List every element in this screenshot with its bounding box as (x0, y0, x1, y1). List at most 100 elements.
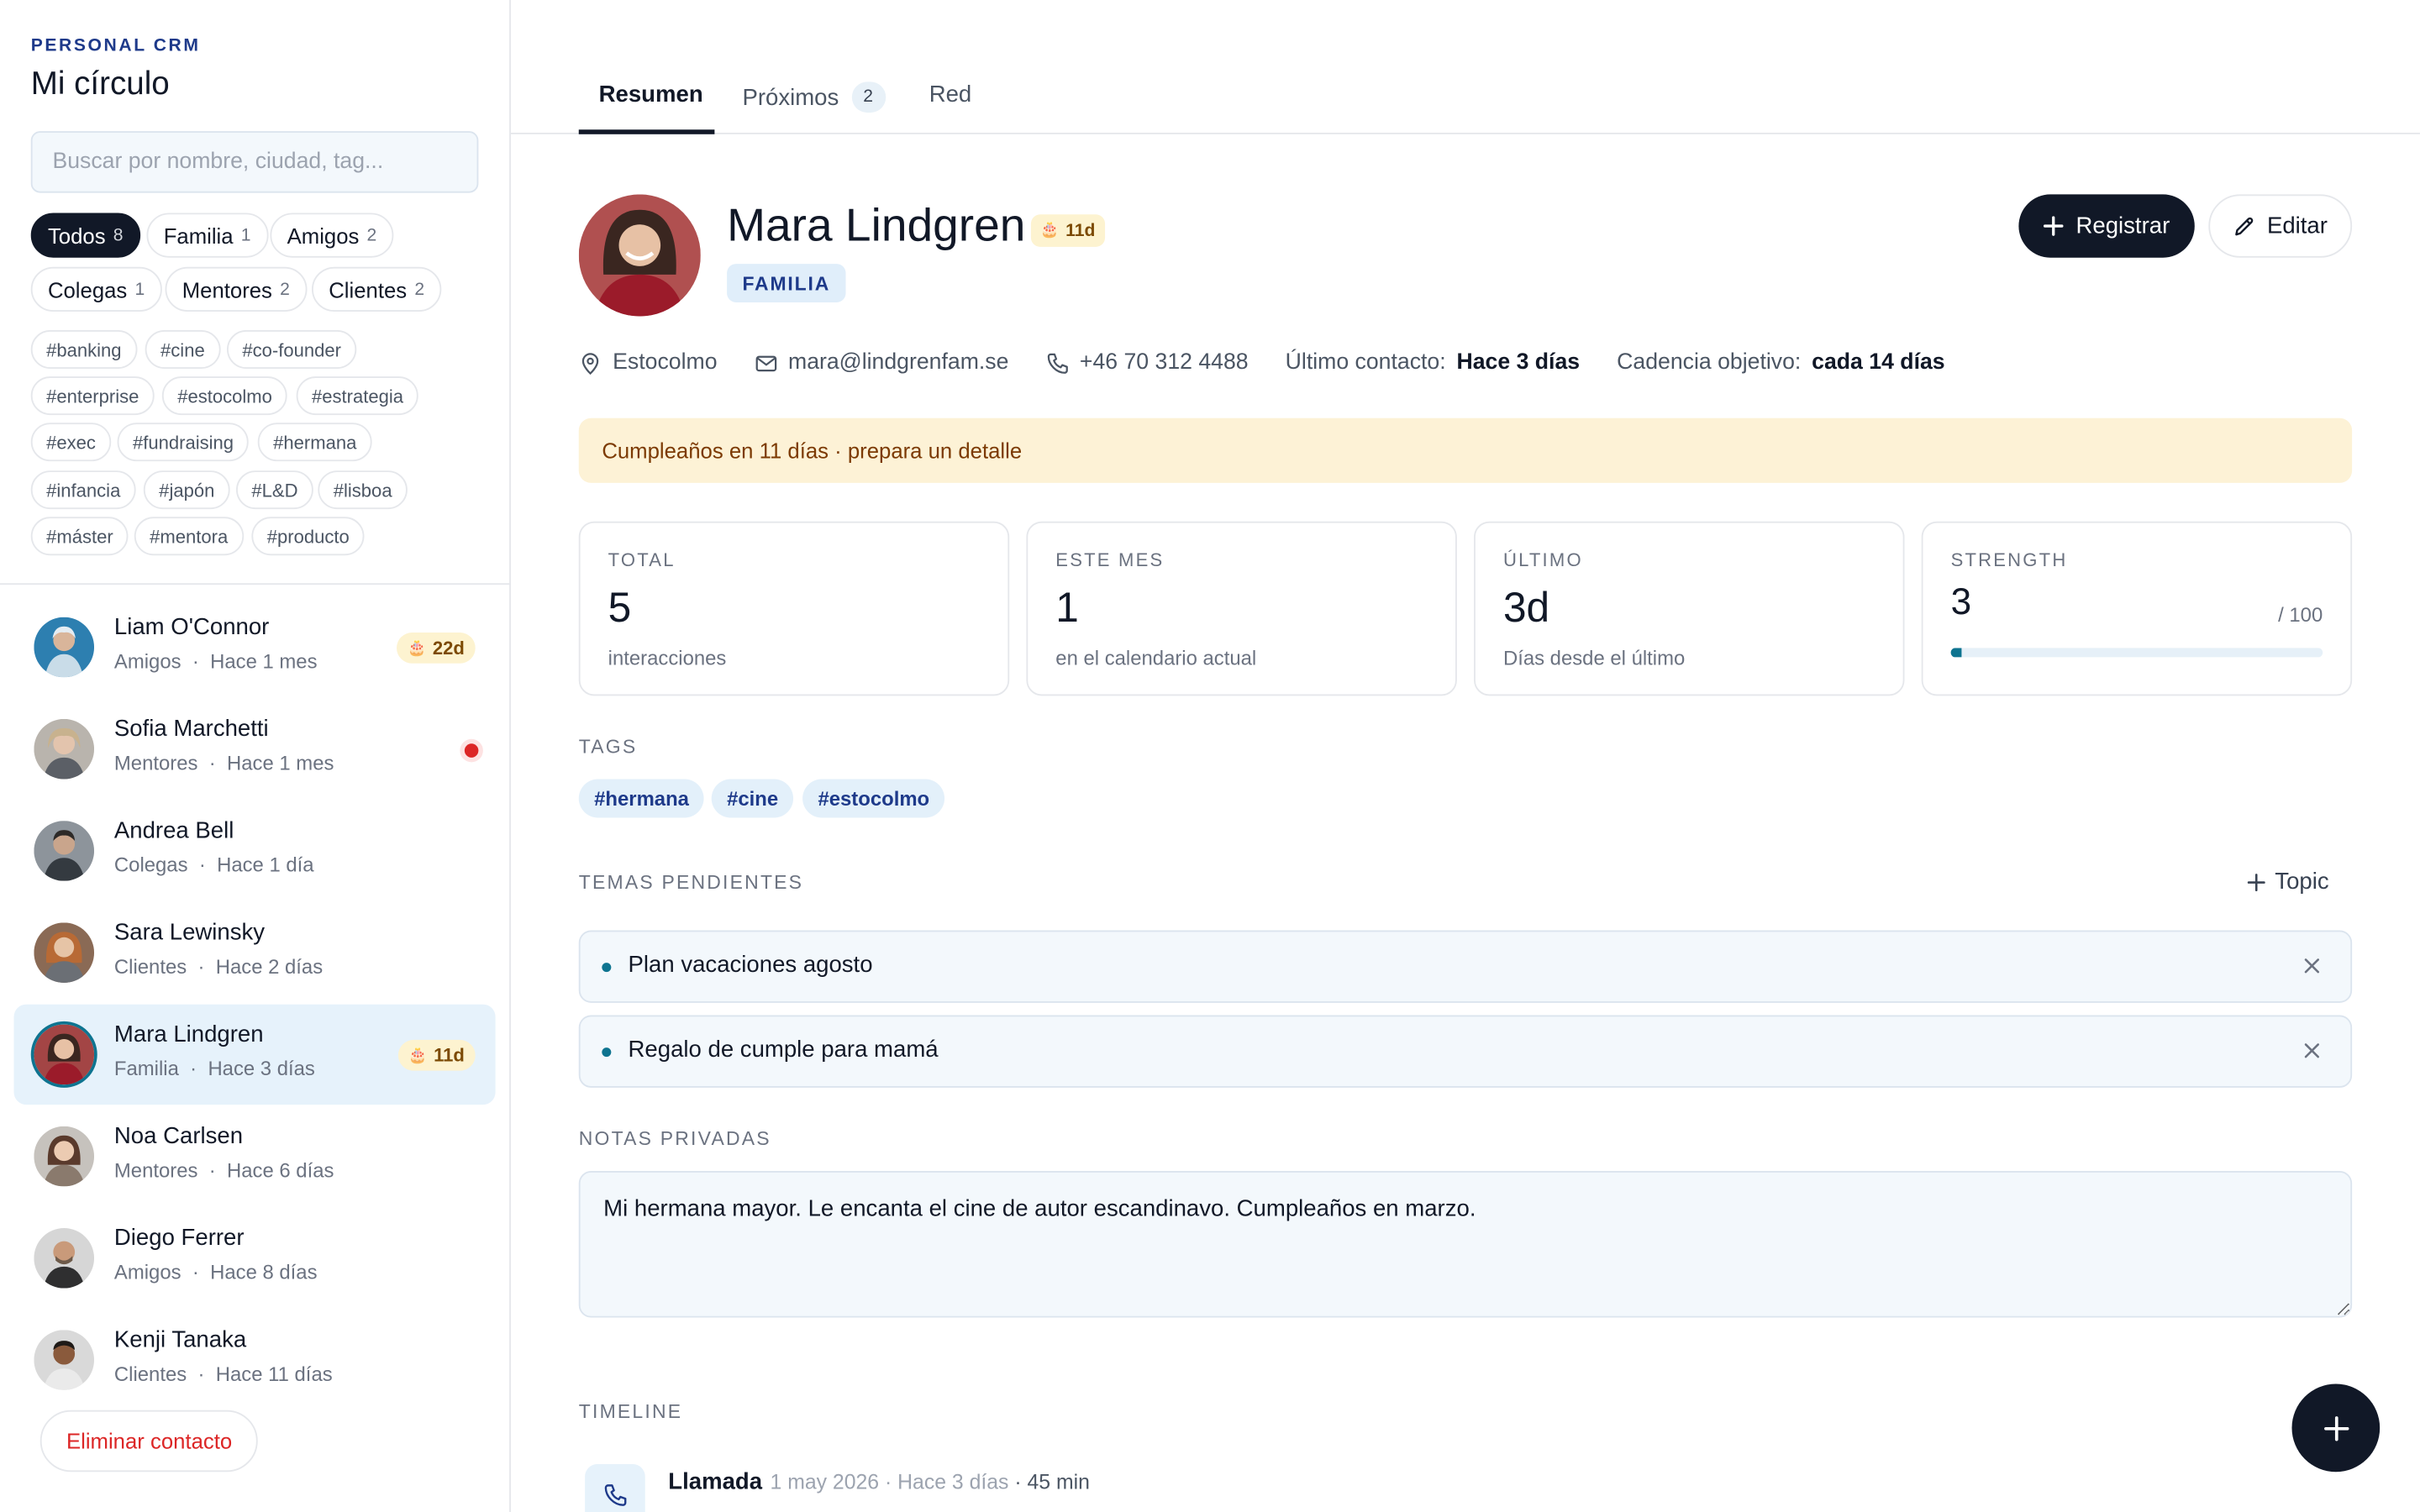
profile-name: Mara Lindgren (727, 200, 1026, 252)
tab-proximos[interactable]: Próximos 2 (742, 81, 886, 113)
tag-filter-japon[interactable]: #japón (143, 470, 230, 510)
edit-button[interactable]: Editar (2208, 194, 2353, 258)
tag-filter-cine[interactable]: #cine (145, 330, 221, 369)
contact-meta: Clientes · Hace 11 días (114, 1362, 333, 1386)
contact-last-contact: Hace 1 mes (210, 649, 318, 673)
contact-meta: Colegas · Hace 1 día (114, 853, 314, 877)
phone-icon (1046, 352, 1068, 373)
tags-section-label: TAGS (578, 736, 638, 758)
contact-last-contact: Hace 3 días (208, 1057, 315, 1080)
timeline-entry-meta: 1 may 2026 · Hace 3 días · 45 min (771, 1470, 1090, 1494)
tag-filter-estocolmo[interactable]: #estocolmo (161, 376, 288, 416)
filter-chip-colegas[interactable]: Colegas 1 (30, 266, 162, 312)
tab-label: Resumen (598, 81, 703, 108)
profile-meta-row: Estocolmo mara@lindgrenfam.se +46 70 312… (579, 345, 1982, 379)
tag-filter-estrategia[interactable]: #estrategia (296, 376, 419, 416)
filter-chip-mentores[interactable]: Mentores 2 (165, 266, 308, 312)
profile-email[interactable]: mara@lindgrenfam.se (755, 350, 1008, 375)
stat-card-last: ÚLTIMO 3d Días desde el último (1474, 521, 1905, 696)
avatar (34, 1228, 95, 1289)
tag-filter-mentora[interactable]: #mentora (134, 517, 244, 556)
brand-title: Mi círculo (30, 66, 170, 102)
stat-value: 3 (1950, 581, 1972, 624)
register-button[interactable]: Registrar (2018, 194, 2195, 258)
profile-tag[interactable]: #cine (711, 779, 794, 818)
bullet-icon (602, 1047, 612, 1058)
search-input[interactable] (30, 131, 479, 193)
phone-text: +46 70 312 4488 (1079, 349, 1249, 375)
close-icon[interactable] (2302, 955, 2323, 977)
profile-phone[interactable]: +46 70 312 4488 (1046, 350, 1249, 375)
map-pin-icon (581, 352, 599, 375)
tag-filter-hermana[interactable]: #hermana (257, 423, 372, 462)
contact-group: Mentores (113, 751, 198, 775)
tag-filter-co-founder[interactable]: #co-founder (226, 330, 357, 369)
contact-item-liam-oconnor[interactable]: Liam O'Connor Amigos · Hace 1 mes 🎂 22d (14, 597, 496, 697)
notes-section-label: NOTAS PRIVADAS (578, 1127, 771, 1150)
birthday-alert: Cumpleaños en 11 días · prepara un detal… (578, 417, 2353, 483)
filter-chip-todos[interactable]: Todos 8 (30, 213, 140, 258)
profile-tag[interactable]: #estocolmo (802, 779, 945, 818)
tag-filter-exec[interactable]: #exec (30, 423, 112, 462)
contact-item-kenji-tanaka[interactable]: Kenji Tanaka Clientes · Hace 11 días (14, 1310, 496, 1410)
delete-contact-button[interactable]: Eliminar contacto (39, 1410, 259, 1473)
tag-filter-infancia[interactable]: #infancia (30, 470, 136, 510)
timeline-entry-title: Llamada (668, 1468, 763, 1495)
city-text: Estocolmo (613, 349, 718, 375)
avatar (34, 718, 95, 780)
contact-item-noa-carlsen[interactable]: Noa Carlsen Mentores · Hace 6 días (14, 1106, 496, 1206)
active-tab-indicator (578, 129, 715, 134)
birthday-countdown: 11d (1065, 221, 1096, 240)
birthday-countdown: 11d (434, 1044, 465, 1067)
contact-item-mara-lindgren[interactable]: Mara Lindgren Familia · Hace 3 días 🎂 11d (13, 1004, 496, 1105)
tag-filter-l-and-d[interactable]: #L&D (236, 470, 313, 510)
plus-icon (2247, 873, 2265, 891)
timeline-section-label: TIMELINE (578, 1400, 683, 1423)
filter-chip-count: 1 (240, 226, 251, 245)
contact-name: Andrea Bell (113, 817, 234, 844)
filter-chip-count: 2 (280, 280, 290, 299)
tag-filter-enterprise[interactable]: #enterprise (30, 376, 155, 416)
tag-filter-fundraising[interactable]: #fundraising (117, 423, 250, 462)
filter-chip-familia[interactable]: Familia 1 (146, 213, 268, 258)
phone-icon (603, 1483, 626, 1505)
tag-filter-banking[interactable]: #banking (30, 330, 137, 369)
topic-text: Plan vacaciones agosto (628, 952, 873, 979)
avatar (34, 1024, 95, 1085)
filter-chip-amigos[interactable]: Amigos 2 (270, 213, 394, 258)
tag-filter-master[interactable]: #máster (30, 517, 129, 556)
meta-separator: · (208, 1158, 216, 1182)
contact-item-andrea-bell[interactable]: Andrea Bell Colegas · Hace 1 día (14, 801, 496, 900)
contact-meta: Mentores · Hace 1 mes (114, 751, 334, 774)
stat-card-this-month: ESTE MES 1 en el calendario actual (1026, 521, 1457, 696)
contact-last-contact: Hace 6 días (227, 1158, 334, 1182)
contact-meta: Amigos · Hace 8 días (114, 1261, 318, 1284)
add-topic-button[interactable]: Topic (2247, 869, 2329, 895)
contact-item-sofia-marchetti[interactable]: Sofia Marchetti Mentores · Hace 1 mes (14, 699, 496, 799)
tab-resumen[interactable]: Resumen (599, 81, 703, 108)
meta-separator: · (192, 1260, 199, 1284)
contact-meta: Clientes · Hace 2 días (114, 955, 323, 979)
contact-item-diego-ferrer[interactable]: Diego Ferrer Amigos · Hace 8 días (14, 1208, 496, 1308)
tag-filter-lisboa[interactable]: #lisboa (318, 470, 408, 510)
profile-group-badge: FAMILIA (727, 264, 846, 302)
contact-last-contact: Hace 1 mes (227, 751, 334, 775)
contact-name: Sara Lewinsky (113, 919, 266, 946)
contact-item-sara-lewinsky[interactable]: Sara Lewinsky Clientes · Hace 2 días (14, 902, 496, 1002)
tab-red[interactable]: Red (929, 81, 972, 108)
cake-icon: 🎂 (408, 1047, 428, 1064)
profile-avatar (578, 194, 701, 317)
bullet-icon (602, 963, 612, 973)
close-icon[interactable] (2302, 1040, 2323, 1062)
meta-separator: · (197, 954, 205, 979)
topic-item: Regalo de cumple para mamá (578, 1015, 2353, 1088)
tag-filter-producto[interactable]: #producto (251, 517, 366, 556)
private-notes-textarea[interactable]: Mi hermana mayor. Le encanta el cine de … (578, 1171, 2353, 1318)
stat-value: 3d (1502, 585, 1550, 632)
timeline-entry-date: 1 may 2026 · Hace 3 días (770, 1470, 1009, 1494)
stat-max: / 100 (2278, 603, 2323, 627)
topic-item: Plan vacaciones agosto (578, 930, 2353, 1003)
filter-chip-clientes[interactable]: Clientes 2 (312, 266, 442, 312)
add-interaction-fab[interactable] (2291, 1383, 2381, 1473)
profile-tag[interactable]: #hermana (578, 779, 705, 818)
